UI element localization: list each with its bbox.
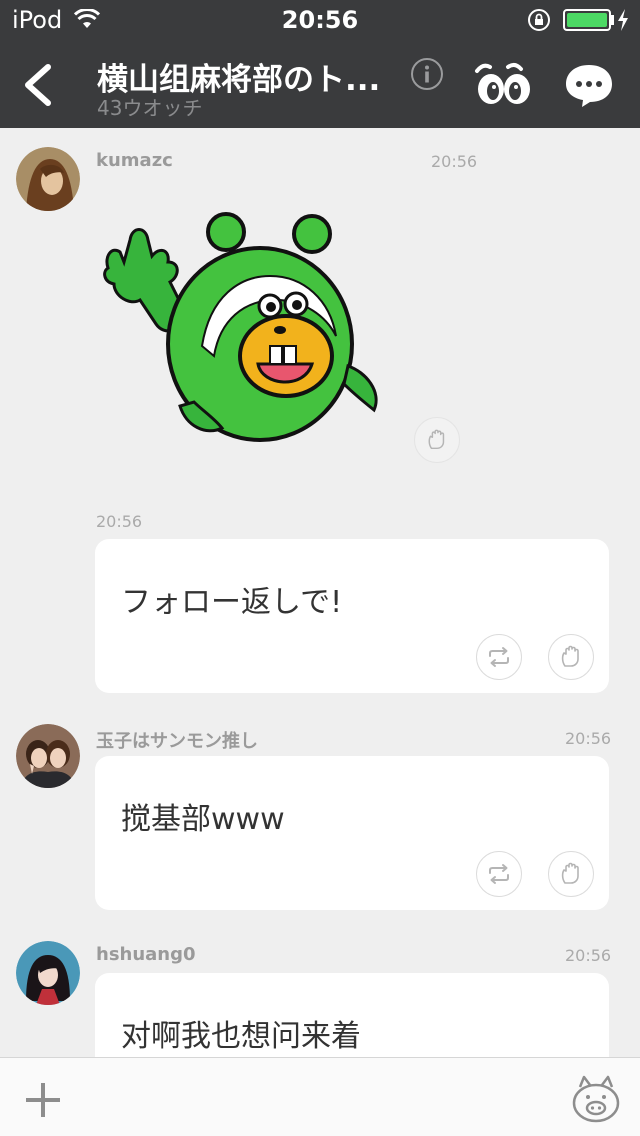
message-time: 20:56 [565,946,612,965]
avatar[interactable] [16,147,80,211]
info-icon[interactable] [410,57,444,91]
message-text: 搅基部www [121,802,285,837]
message-bubble[interactable]: 搅基部www [95,756,609,910]
watch-count: 43ウオッチ [97,96,203,120]
plus-icon[interactable] [24,1081,62,1119]
repost-button[interactable] [476,634,522,680]
message-text: 对啊我也想问来着 [121,1019,361,1054]
rotation-lock-icon [528,9,550,31]
username: 玉子はサンモン推し [96,731,258,752]
like-button[interactable] [548,851,594,897]
glove-icon [561,645,579,667]
message-bubble[interactable]: 对啊我也想问来着 [95,973,609,1057]
battery-tip [611,15,614,25]
pig-sticker-icon[interactable] [570,1073,622,1125]
like-button[interactable] [414,417,460,463]
bottom-toolbar [0,1057,640,1136]
repost-icon [489,864,509,884]
chat-header: 横山组麻将部のト... 43ウオッチ [0,40,640,128]
message-time: 20:56 [431,152,478,171]
glove-icon [428,429,445,450]
glove-icon [561,862,579,884]
like-button[interactable] [548,634,594,680]
username: kumazc [96,150,173,171]
chat-icon[interactable] [563,62,615,108]
message-time: 20:56 [565,729,612,748]
message-text: フォロー返しで! [121,585,343,620]
frog-sticker-image [103,212,378,442]
message-time: 20:56 [96,512,143,531]
charging-bolt-icon [618,9,628,31]
repost-icon [489,647,509,667]
avatar[interactable] [16,941,80,1005]
username: hshuang0 [96,944,196,965]
repost-button[interactable] [476,851,522,897]
eyes-icon[interactable] [474,61,534,107]
avatar[interactable] [16,724,80,788]
back-icon[interactable] [20,64,54,106]
status-bar: iPod 20:56 [0,0,640,40]
battery-icon [563,9,611,31]
message-bubble[interactable]: フォロー返しで! [95,539,609,693]
